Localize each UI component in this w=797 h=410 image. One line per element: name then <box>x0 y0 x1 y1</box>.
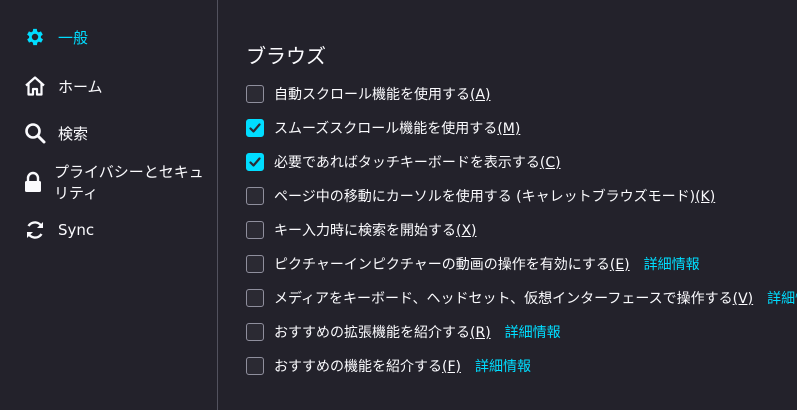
main-content: ブラウズ 自動スクロール機能を使用する(A) スムーズスクロール機能を使用する(… <box>219 0 797 410</box>
sidebar-item-sync[interactable]: Sync <box>22 214 94 246</box>
checkbox[interactable] <box>246 289 264 307</box>
section-title: ブラウズ <box>246 44 326 68</box>
option-recommend-extensions[interactable]: おすすめの拡張機能を紹介する(R) 詳細情報 <box>246 321 561 343</box>
checkbox[interactable] <box>246 85 264 103</box>
option-caret-browsing[interactable]: ページ中の移動にカーソルを使用する (キャレットブラウズモード)(K) <box>246 185 715 207</box>
gear-icon <box>22 24 48 50</box>
option-label: メディアをキーボード、ヘッドセット、仮想インターフェースで操作する(V) <box>274 291 754 307</box>
sidebar-item-search[interactable]: 検索 <box>22 117 88 149</box>
checkbox[interactable] <box>246 255 264 273</box>
option-pip-controls[interactable]: ピクチャーインピクチャーの動画の操作を有効にする(E) 詳細情報 <box>246 253 700 275</box>
checkmark-icon <box>249 157 261 167</box>
option-label: 必要であればタッチキーボードを表示する(C) <box>274 155 561 171</box>
checkbox[interactable] <box>246 357 264 375</box>
option-label: ページ中の移動にカーソルを使用する (キャレットブラウズモード)(K) <box>274 189 716 205</box>
sync-icon <box>22 217 48 243</box>
option-label: おすすめの機能を紹介する(F) <box>274 359 461 375</box>
option-label: キー入力時に検索を開始する(X) <box>274 223 477 239</box>
option-label: スムーズスクロール機能を使用する(M) <box>274 121 521 137</box>
learn-more-link[interactable]: 詳細情報 <box>475 356 531 376</box>
sidebar-item-privacy[interactable]: プライバシーとセキュリティ <box>22 163 217 202</box>
sidebar: 一般 ホーム 検索 プライバシーとセキュリティ Sync <box>0 0 218 410</box>
checkbox[interactable] <box>246 187 264 205</box>
sidebar-item-general[interactable]: 一般 <box>22 21 88 53</box>
option-label: 自動スクロール機能を使用する(A) <box>274 87 491 103</box>
lock-icon <box>22 169 44 195</box>
sidebar-item-home[interactable]: ホーム <box>22 70 103 102</box>
option-search-on-type[interactable]: キー入力時に検索を開始する(X) <box>246 219 477 241</box>
option-media-keys[interactable]: メディアをキーボード、ヘッドセット、仮想インターフェースで操作する(V) 詳細情… <box>246 287 797 309</box>
learn-more-link[interactable]: 詳細情報 <box>767 288 797 308</box>
sidebar-item-label: ホーム <box>58 77 103 96</box>
sidebar-item-label: プライバシーとセキュリティ <box>54 163 204 202</box>
option-recommend-features[interactable]: おすすめの機能を紹介する(F) 詳細情報 <box>246 355 531 377</box>
checkbox[interactable] <box>246 153 264 171</box>
learn-more-link[interactable]: 詳細情報 <box>505 322 561 342</box>
checkbox[interactable] <box>246 221 264 239</box>
option-label: ピクチャーインピクチャーの動画の操作を有効にする(E) <box>274 257 630 273</box>
sidebar-item-label: Sync <box>58 221 95 239</box>
learn-more-link[interactable]: 詳細情報 <box>644 254 700 274</box>
option-smooth-scroll[interactable]: スムーズスクロール機能を使用する(M) <box>246 117 520 139</box>
sidebar-item-label: 検索 <box>58 124 89 143</box>
sidebar-item-label: 一般 <box>58 28 89 47</box>
checkbox[interactable] <box>246 323 264 341</box>
option-label: おすすめの拡張機能を紹介する(R) <box>274 325 491 341</box>
home-icon <box>22 73 48 99</box>
checkmark-icon <box>249 123 261 133</box>
search-icon <box>22 120 48 146</box>
option-autoscroll[interactable]: 自動スクロール機能を使用する(A) <box>246 83 491 105</box>
checkbox[interactable] <box>246 119 264 137</box>
option-touch-keyboard[interactable]: 必要であればタッチキーボードを表示する(C) <box>246 151 561 173</box>
